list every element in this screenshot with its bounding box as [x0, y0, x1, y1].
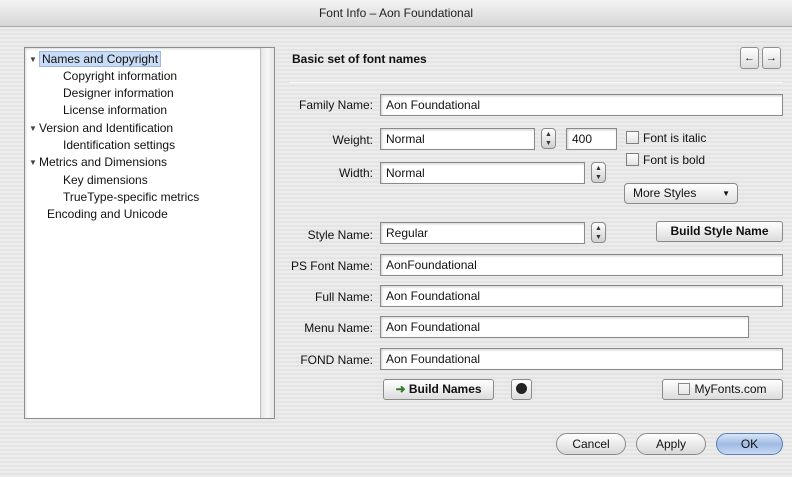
apply-button[interactable]: Apply [636, 433, 706, 455]
more-styles-popup[interactable]: More Styles ▼ [624, 183, 738, 204]
full-name-field[interactable]: Aon Foundational [380, 285, 783, 307]
next-page-button[interactable]: → [762, 47, 781, 69]
category-tree[interactable]: ▼ Names and Copyright Copyright informati… [24, 47, 275, 419]
header-divider [289, 82, 783, 83]
width-stepper[interactable]: ▲ ▼ [591, 162, 606, 183]
tree-item-truetype-specific-metrics[interactable]: TrueType-specific metrics [63, 189, 199, 206]
tree-item-designer-information[interactable]: Designer information [63, 85, 174, 102]
weight-field[interactable]: Normal [380, 128, 535, 150]
tree-item-metrics-and-dimensions[interactable]: ▼ Metrics and Dimensions [27, 154, 167, 171]
ps-font-name-label: PS Font Name: [290, 259, 373, 273]
tree-item-identification-settings[interactable]: Identification settings [63, 137, 175, 154]
weight-label: Weight: [332, 133, 373, 147]
tree-item-encoding-and-unicode[interactable]: Encoding and Unicode [47, 206, 168, 223]
checkbox-box[interactable] [626, 153, 639, 166]
build-style-name-button[interactable]: Build Style Name [656, 221, 783, 242]
checkbox-box[interactable] [626, 131, 639, 144]
window-title: Font Info – Aon Foundational [0, 0, 792, 27]
width-label: Width: [338, 166, 373, 180]
menu-name-label: Menu Name: [304, 321, 373, 335]
ps-font-name-field[interactable]: AonFoundational [380, 254, 783, 276]
font-info-window: Font Info – Aon Foundational ▼ Names and … [0, 0, 792, 477]
fond-name-label: FOND Name: [300, 353, 373, 367]
style-name-field[interactable]: Regular [380, 222, 585, 244]
family-name-field[interactable]: Aon Foundational [380, 94, 783, 116]
myfonts-logo-icon [678, 383, 691, 395]
help-circle-icon [516, 383, 527, 394]
tree-item-license-information[interactable]: License information [63, 102, 167, 119]
tree-item-names-and-copyright[interactable]: ▼ Names and Copyright [27, 51, 162, 68]
style-name-label: Style Name: [307, 228, 373, 242]
width-field[interactable]: Normal [380, 162, 585, 184]
font-is-italic-checkbox[interactable]: Font is italic [626, 131, 706, 145]
myfonts-button[interactable]: MyFonts.com [662, 379, 783, 400]
arrow-right-icon: ➜ [395, 382, 406, 396]
previous-page-button[interactable]: ← [740, 47, 759, 69]
weight-stepper[interactable]: ▲ ▼ [541, 128, 556, 149]
style-name-stepper[interactable]: ▲ ▼ [591, 222, 606, 243]
tree-item-key-dimensions[interactable]: Key dimensions [63, 172, 148, 189]
family-name-label: Family Name: [298, 98, 373, 112]
disclosure-open-icon[interactable]: ▼ [27, 154, 39, 171]
disclosure-open-icon[interactable]: ▼ [27, 51, 39, 68]
ok-button[interactable]: OK [716, 433, 783, 455]
tree-item-version-and-identification[interactable]: ▼ Version and Identification [27, 120, 173, 137]
tree-item-copyright-information[interactable]: Copyright information [63, 68, 177, 85]
weight-number-field[interactable]: 400 [566, 128, 617, 150]
font-is-bold-checkbox[interactable]: Font is bold [626, 153, 705, 167]
menu-name-field[interactable]: Aon Foundational [380, 316, 749, 338]
panel-title: Basic set of font names [292, 52, 427, 66]
disclosure-open-icon[interactable]: ▼ [27, 120, 39, 137]
build-names-button[interactable]: ➜ Build Names [383, 379, 494, 400]
fond-name-field[interactable]: Aon Foundational [380, 348, 783, 370]
tree-scrollbar[interactable] [260, 48, 274, 418]
left-arrow-icon: ← [744, 52, 755, 64]
chevron-down-icon: ▼ [722, 189, 730, 198]
full-name-label: Full Name: [314, 290, 373, 304]
cancel-button[interactable]: Cancel [556, 433, 626, 455]
help-button[interactable] [511, 379, 532, 400]
right-arrow-icon: → [766, 52, 777, 64]
